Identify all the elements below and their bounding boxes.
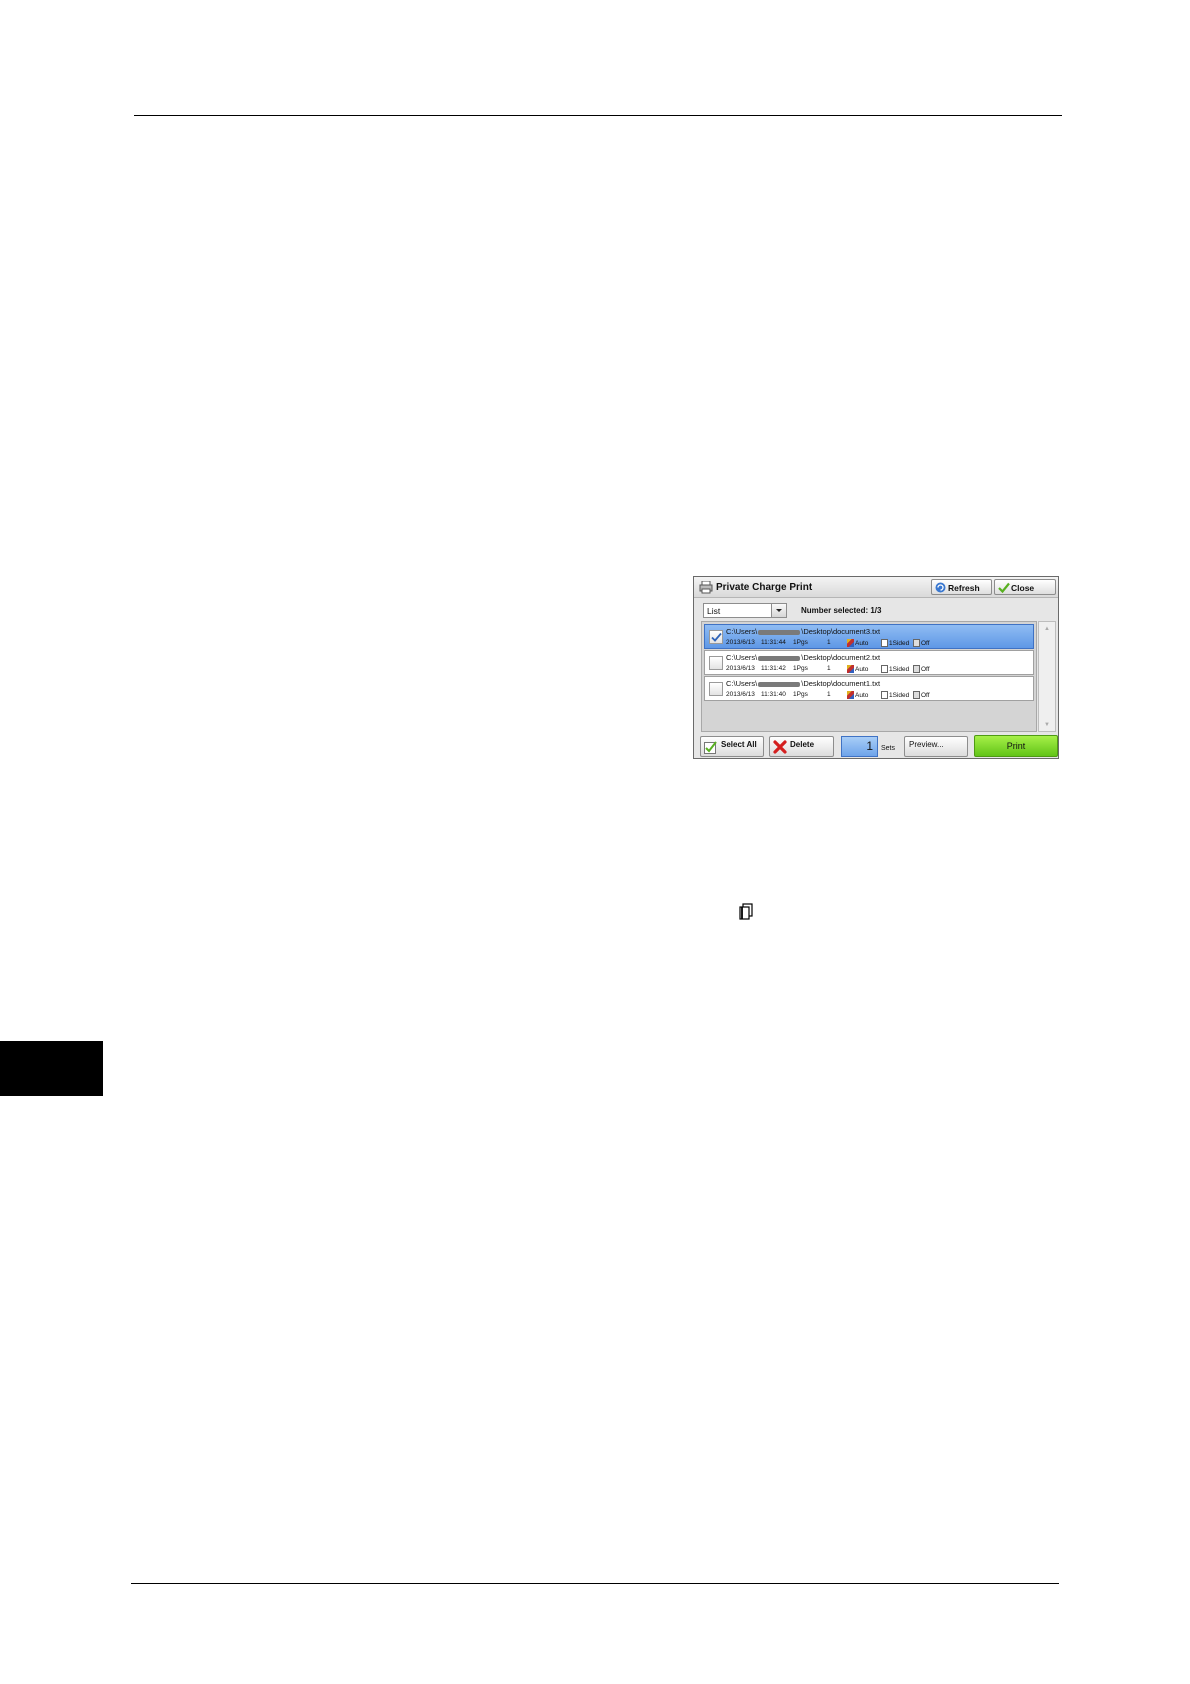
panel-titlebar: Private Charge Print Refresh Close — [694, 577, 1058, 598]
footer-rule — [131, 1583, 1059, 1584]
job-staple: Off — [913, 691, 930, 699]
delete-button[interactable]: Delete — [769, 736, 834, 757]
job-date: 2013/6/13 — [726, 665, 755, 672]
job-date: 2013/6/13 — [726, 639, 755, 646]
view-select-dropdown[interactable]: List — [703, 603, 787, 618]
job-pages: 1Pgs — [793, 691, 808, 698]
header-rule — [134, 115, 1062, 116]
sided-icon — [881, 665, 888, 673]
color-mode-icon — [847, 691, 854, 699]
refresh-button[interactable]: Refresh — [931, 579, 992, 595]
job-path: C:\Users\ \Desktop\document3.txt — [726, 627, 881, 636]
job-checkbox[interactable] — [709, 656, 723, 670]
refresh-icon — [935, 582, 946, 593]
redacted-username — [758, 681, 801, 687]
job-list-scrollbar[interactable]: ▲ ▼ — [1038, 621, 1056, 732]
print-button[interactable]: Print — [974, 735, 1058, 757]
select-all-icon — [704, 741, 717, 754]
select-all-label: Select All — [721, 740, 757, 749]
select-all-button[interactable]: Select All — [700, 736, 764, 757]
staple-icon — [913, 691, 920, 699]
job-color-mode: Auto — [847, 691, 868, 699]
sets-quantity-input[interactable]: 1 — [841, 736, 878, 757]
job-quantity: 1 — [827, 639, 831, 646]
delete-x-icon — [773, 740, 787, 754]
job-pages: 1Pgs — [793, 665, 808, 672]
staple-icon — [913, 665, 920, 673]
job-sides: 1Sided — [881, 665, 909, 673]
job-sides: 1Sided — [881, 691, 909, 699]
job-row[interactable]: C:\Users\ \Desktop\document2.txt 2013/6/1… — [704, 650, 1034, 675]
job-list: C:\Users\ \Desktop\document3.txt 2013/6/1… — [701, 621, 1037, 732]
printer-icon — [699, 581, 713, 594]
job-color-mode: Auto — [847, 639, 868, 647]
redacted-username — [758, 629, 801, 635]
close-button[interactable]: Close — [994, 579, 1056, 595]
sets-label: Sets — [881, 745, 896, 752]
color-mode-icon — [847, 665, 854, 673]
job-color-mode: Auto — [847, 665, 868, 673]
job-checkbox[interactable] — [709, 682, 723, 696]
job-quantity: 1 — [827, 665, 831, 672]
job-time: 11:31:42 — [761, 665, 786, 672]
redacted-username — [758, 655, 801, 661]
close-label: Close — [1011, 583, 1035, 593]
chevron-down-icon — [771, 604, 786, 617]
private-charge-print-panel: Private Charge Print Refresh Close List … — [693, 576, 1059, 759]
delete-label: Delete — [790, 740, 815, 749]
chapter-tab — [0, 1041, 103, 1096]
scroll-up-arrow-icon[interactable]: ▲ — [1044, 626, 1050, 632]
job-quantity: 1 — [827, 691, 831, 698]
preview-label: Preview... — [909, 740, 944, 749]
job-time: 11:31:40 — [761, 691, 786, 698]
job-path: C:\Users\ \Desktop\document1.txt — [726, 679, 881, 688]
job-row[interactable]: C:\Users\ \Desktop\document1.txt 2013/6/1… — [704, 676, 1034, 701]
scroll-down-arrow-icon[interactable]: ▼ — [1044, 722, 1050, 728]
job-pages: 1Pgs — [793, 639, 808, 646]
job-path: C:\Users\ \Desktop\document2.txt — [726, 653, 881, 662]
job-staple: Off — [913, 639, 930, 647]
number-selected-label: Number selected: 1/3 — [801, 606, 882, 615]
job-checkbox[interactable] — [709, 630, 723, 644]
staple-icon — [739, 903, 753, 920]
staple-icon — [913, 639, 920, 647]
job-row[interactable]: C:\Users\ \Desktop\document3.txt 2013/6/1… — [704, 624, 1034, 649]
job-sides: 1Sided — [881, 639, 909, 647]
checkmark-icon — [711, 632, 722, 642]
job-date: 2013/6/13 — [726, 691, 755, 698]
view-select-value: List — [707, 606, 721, 616]
color-mode-icon — [847, 639, 854, 647]
preview-button[interactable]: Preview... — [904, 736, 968, 757]
refresh-label: Refresh — [948, 583, 980, 593]
sided-icon — [881, 639, 888, 647]
job-time: 11:31:44 — [761, 639, 786, 646]
panel-title: Private Charge Print — [716, 582, 813, 593]
job-staple: Off — [913, 665, 930, 673]
sided-icon — [881, 691, 888, 699]
checkmark-icon — [998, 582, 1010, 593]
